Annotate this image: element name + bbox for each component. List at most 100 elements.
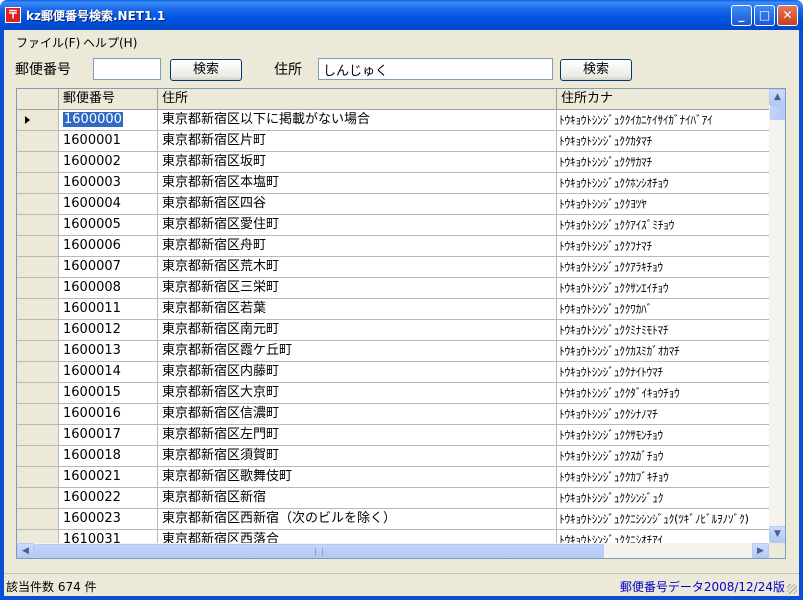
cell-zip[interactable]: 1600001 <box>59 131 158 151</box>
cell-zip[interactable]: 1600004 <box>59 194 158 214</box>
column-header-address[interactable]: 住所 <box>158 89 557 110</box>
cell-zip[interactable]: 1600005 <box>59 215 158 235</box>
table-row[interactable]: 1600003 東京都新宿区本塩町 ﾄｳｷｮｳﾄｼﾝｼﾞｭｸｸﾎﾝｼｵﾁｮｳ <box>17 173 769 194</box>
cell-address[interactable]: 東京都新宿区舟町 <box>158 236 557 256</box>
table-row[interactable]: 1600008 東京都新宿区三栄町 ﾄｳｷｮｳﾄｼﾝｼﾞｭｸｸｻﾝｴｲﾁｮｳ <box>17 278 769 299</box>
minimize-button[interactable]: _ <box>731 5 752 26</box>
row-selector[interactable] <box>17 131 59 151</box>
cell-kana[interactable]: ﾄｳｷｮｳﾄｼﾝｼﾞｭｸｸｶﾀﾏﾁ <box>557 131 769 151</box>
cell-kana[interactable]: ﾄｳｷｮｳﾄｼﾝｼﾞｭｸｸｻﾝｴｲﾁｮｳ <box>557 278 769 298</box>
table-row[interactable]: 1600006 東京都新宿区舟町 ﾄｳｷｮｳﾄｼﾝｼﾞｭｸｸﾌﾅﾏﾁ <box>17 236 769 257</box>
cell-address[interactable]: 東京都新宿区四谷 <box>158 194 557 214</box>
row-selector[interactable] <box>17 299 59 319</box>
cell-kana[interactable]: ﾄｳｷｮｳﾄｼﾝｼﾞｭｸｸﾅｲﾄｳﾏﾁ <box>557 362 769 382</box>
column-header-zip[interactable]: 郵便番号 <box>59 89 158 110</box>
row-selector[interactable] <box>17 425 59 445</box>
cell-address[interactable]: 東京都新宿区以下に掲載がない場合 <box>158 110 557 130</box>
row-selector[interactable] <box>17 488 59 508</box>
cell-kana[interactable]: ﾄｳｷｮｳﾄｼﾝｼﾞｭｸｸｽｶﾞﾁｮｳ <box>557 446 769 466</box>
cell-kana[interactable]: ﾄｳｷｮｳﾄｼﾝｼﾞｭｸｸﾎﾝｼｵﾁｮｳ <box>557 173 769 193</box>
cell-kana[interactable]: ﾄｳｷｮｳﾄｼﾝｼﾞｭｸｸｻﾓﾝﾁｮｳ <box>557 425 769 445</box>
table-row[interactable]: 1600000 東京都新宿区以下に掲載がない場合 ﾄｳｷｮｳﾄｼﾝｼﾞｭｸｸｲｶﾆｹ… <box>17 110 769 131</box>
cell-address[interactable]: 東京都新宿区信濃町 <box>158 404 557 424</box>
cell-zip[interactable]: 1610031 <box>59 530 158 543</box>
cell-address[interactable]: 東京都新宿区内藤町 <box>158 362 557 382</box>
cell-kana[interactable]: ﾄｳｷｮｳﾄｼﾝｼﾞｭｸｸｻｶﾏﾁ <box>557 152 769 172</box>
table-row[interactable]: 1600015 東京都新宿区大京町 ﾄｳｷｮｳﾄｼﾝｼﾞｭｸｸﾀﾞｲｷｮｳﾁｮｳ <box>17 383 769 404</box>
cell-address[interactable]: 東京都新宿区若葉 <box>158 299 557 319</box>
cell-kana[interactable]: ﾄｳｷｮｳﾄｼﾝｼﾞｭｸｸﾌﾅﾏﾁ <box>557 236 769 256</box>
row-selector[interactable] <box>17 173 59 193</box>
cell-address[interactable]: 東京都新宿区大京町 <box>158 383 557 403</box>
cell-address[interactable]: 東京都新宿区新宿 <box>158 488 557 508</box>
horizontal-scroll-thumb[interactable] <box>34 544 604 558</box>
row-selector[interactable] <box>17 467 59 487</box>
maximize-button[interactable]: □ <box>754 5 775 26</box>
table-row[interactable]: 1600014 東京都新宿区内藤町 ﾄｳｷｮｳﾄｼﾝｼﾞｭｸｸﾅｲﾄｳﾏﾁ <box>17 362 769 383</box>
close-button[interactable]: ✕ <box>777 5 798 26</box>
cell-zip[interactable]: 1600017 <box>59 425 158 445</box>
table-row[interactable]: 1600018 東京都新宿区須賀町 ﾄｳｷｮｳﾄｼﾝｼﾞｭｸｸｽｶﾞﾁｮｳ <box>17 446 769 467</box>
row-selector[interactable] <box>17 446 59 466</box>
cell-zip[interactable]: 1600003 <box>59 173 158 193</box>
cell-kana[interactable]: ﾄｳｷｮｳﾄｼﾝｼﾞｭｸｸﾜｶﾊﾞ <box>557 299 769 319</box>
row-header-corner[interactable] <box>17 89 59 110</box>
row-selector[interactable] <box>17 530 59 543</box>
table-row[interactable]: 1600002 東京都新宿区坂町 ﾄｳｷｮｳﾄｼﾝｼﾞｭｸｸｻｶﾏﾁ <box>17 152 769 173</box>
row-selector[interactable] <box>17 404 59 424</box>
cell-zip[interactable]: 1600022 <box>59 488 158 508</box>
row-selector[interactable] <box>17 362 59 382</box>
cell-address[interactable]: 東京都新宿区歌舞伎町 <box>158 467 557 487</box>
cell-zip[interactable]: 1600012 <box>59 320 158 340</box>
cell-kana[interactable]: ﾄｳｷｮｳﾄｼﾝｼﾞｭｸｸﾐﾅﾐﾓﾄﾏﾁ <box>557 320 769 340</box>
cell-zip[interactable]: 1600023 <box>59 509 158 529</box>
menu-file[interactable]: ファイル(F) <box>16 34 80 51</box>
row-selector[interactable] <box>17 152 59 172</box>
resize-grip-icon[interactable] <box>787 584 797 594</box>
cell-zip[interactable]: 1600021 <box>59 467 158 487</box>
scroll-right-button[interactable]: ▶ <box>752 543 769 558</box>
cell-address[interactable]: 東京都新宿区南元町 <box>158 320 557 340</box>
row-selector[interactable] <box>17 236 59 256</box>
cell-zip[interactable]: 1600000 <box>59 110 158 130</box>
cell-address[interactable]: 東京都新宿区片町 <box>158 131 557 151</box>
cell-address[interactable]: 東京都新宿区坂町 <box>158 152 557 172</box>
cell-address[interactable]: 東京都新宿区三栄町 <box>158 278 557 298</box>
row-selector[interactable] <box>17 278 59 298</box>
row-selector[interactable] <box>17 257 59 277</box>
cell-zip[interactable]: 1600002 <box>59 152 158 172</box>
menu-help[interactable]: ヘルプ(H) <box>83 34 137 51</box>
row-selector[interactable] <box>17 383 59 403</box>
cell-zip[interactable]: 1600008 <box>59 278 158 298</box>
cell-zip[interactable]: 1600015 <box>59 383 158 403</box>
table-row[interactable]: 1600011 東京都新宿区若葉 ﾄｳｷｮｳﾄｼﾝｼﾞｭｸｸﾜｶﾊﾞ <box>17 299 769 320</box>
row-selector[interactable] <box>17 320 59 340</box>
address-input[interactable] <box>318 58 553 80</box>
table-row[interactable]: 1600007 東京都新宿区荒木町 ﾄｳｷｮｳﾄｼﾝｼﾞｭｸｸｱﾗｷﾁｮｳ <box>17 257 769 278</box>
cell-kana[interactable]: ﾄｳｷｮｳﾄｼﾝｼﾞｭｸｸｼﾅﾉﾏﾁ <box>557 404 769 424</box>
horizontal-scrollbar[interactable]: ◀ ▶ <box>17 543 769 558</box>
table-row[interactable]: 1600022 東京都新宿区新宿 ﾄｳｷｮｳﾄｼﾝｼﾞｭｸｸｼﾝｼﾞｭｸ <box>17 488 769 509</box>
cell-address[interactable]: 東京都新宿区須賀町 <box>158 446 557 466</box>
row-selector[interactable] <box>17 110 59 130</box>
scroll-left-button[interactable]: ◀ <box>17 543 34 558</box>
cell-kana[interactable]: ﾄｳｷｮｳﾄｼﾝｼﾞｭｸｸｶｽﾐｶﾞｵｶﾏﾁ <box>557 341 769 361</box>
cell-kana[interactable]: ﾄｳｷｮｳﾄｼﾝｼﾞｭｸｸｲｶﾆｹｲｻｲｶﾞﾅｲﾊﾞｱｲ <box>557 110 769 130</box>
results-grid[interactable]: 郵便番号 住所 住所カナ 1600000 東京都新宿区以下に掲載がない場合 ﾄｳｷｮ… <box>16 88 786 559</box>
scroll-down-button[interactable]: ▼ <box>769 526 785 543</box>
table-row[interactable]: 1610031 東京都新宿区西落合 ﾄｳｷｮｳﾄｼﾝｼﾞｭｸｸﾆｼｵﾁｱｲ <box>17 530 769 543</box>
cell-address[interactable]: 東京都新宿区本塩町 <box>158 173 557 193</box>
cell-zip[interactable]: 1600007 <box>59 257 158 277</box>
zip-input[interactable] <box>93 58 161 80</box>
cell-address[interactable]: 東京都新宿区霞ケ丘町 <box>158 341 557 361</box>
cell-zip[interactable]: 1600013 <box>59 341 158 361</box>
address-search-button[interactable]: 検索 <box>560 59 632 81</box>
table-row[interactable]: 1600016 東京都新宿区信濃町 ﾄｳｷｮｳﾄｼﾝｼﾞｭｸｸｼﾅﾉﾏﾁ <box>17 404 769 425</box>
cell-kana[interactable]: ﾄｳｷｮｳﾄｼﾝｼﾞｭｸｸｼﾝｼﾞｭｸ <box>557 488 769 508</box>
table-row[interactable]: 1600004 東京都新宿区四谷 ﾄｳｷｮｳﾄｼﾝｼﾞｭｸｸﾖﾂﾔ <box>17 194 769 215</box>
cell-kana[interactable]: ﾄｳｷｮｳﾄｼﾝｼﾞｭｸｸｱｲｽﾞﾐﾁｮｳ <box>557 215 769 235</box>
table-row[interactable]: 1600017 東京都新宿区左門町 ﾄｳｷｮｳﾄｼﾝｼﾞｭｸｸｻﾓﾝﾁｮｳ <box>17 425 769 446</box>
table-row[interactable]: 1600021 東京都新宿区歌舞伎町 ﾄｳｷｮｳﾄｼﾝｼﾞｭｸｸｶﾌﾞｷﾁｮｳ <box>17 467 769 488</box>
cell-zip[interactable]: 1600014 <box>59 362 158 382</box>
cell-kana[interactable]: ﾄｳｷｮｳﾄｼﾝｼﾞｭｸｸﾆｼｼﾝｼﾞｭｸ(ﾂｷﾞﾉﾋﾞﾙｦﾉｿﾞｸ) <box>557 509 769 529</box>
